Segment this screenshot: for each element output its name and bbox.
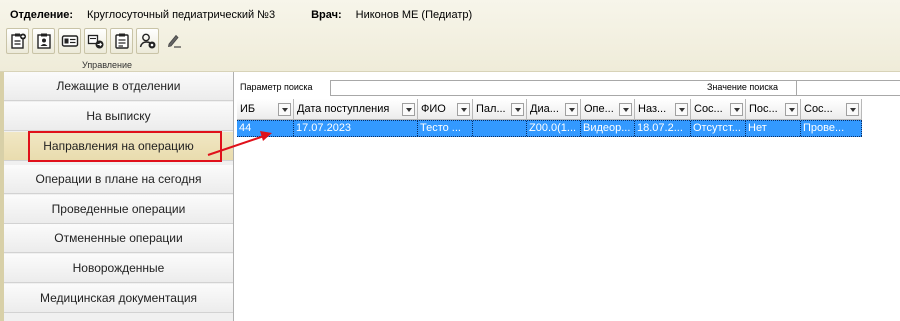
document-button[interactable] — [110, 28, 133, 54]
column-header-status-1[interactable]: Сос... — [691, 99, 746, 120]
table-cell: Прове... — [801, 121, 862, 136]
user-settings-icon — [139, 33, 155, 49]
department-label: Отделение: — [10, 9, 74, 21]
column-header-post[interactable]: Пос... — [746, 99, 801, 120]
sidebar: Лежащие в отделении На выписку Направлен… — [0, 72, 234, 321]
column-header-label: Наз... — [638, 103, 667, 115]
nav-item-medical-documentation[interactable]: Медицинская документация — [4, 284, 233, 313]
id-card-button[interactable] — [58, 28, 81, 54]
filter-icon[interactable] — [457, 103, 470, 116]
column-header-operation[interactable]: Опе... — [581, 99, 635, 120]
cell-text: 17.07.2023 — [296, 122, 352, 134]
search-bar: Параметр поиска Значение поиска — [237, 80, 900, 96]
filter-icon[interactable] — [565, 103, 578, 116]
table-cell: 17.07.2023 — [294, 121, 418, 136]
id-card-icon — [61, 35, 78, 47]
info-bar: Отделение: Круглосуточный педиатрический… — [10, 8, 508, 22]
column-header-label: Пал... — [476, 103, 506, 115]
column-header-label: Сос... — [804, 103, 833, 115]
column-header-label: ИБ — [240, 103, 256, 115]
column-header-label: ФИО — [421, 103, 446, 115]
filter-icon[interactable] — [675, 103, 688, 116]
clipboard-list-icon — [114, 33, 129, 49]
highlight-box — [28, 131, 222, 162]
column-header-status-2[interactable]: Сос... — [801, 99, 862, 120]
doctor-value: Никонов МЕ (Педиатр) — [355, 9, 473, 21]
column-header-scheduled[interactable]: Наз... — [635, 99, 691, 120]
table-cell: Отсутст... — [691, 121, 746, 136]
table-cell: Нет — [746, 121, 801, 136]
cell-text: Тесто ... — [420, 122, 461, 134]
nav-item-surgeries-today[interactable]: Операции в плане на сегодня — [4, 165, 233, 194]
column-header-ward[interactable]: Пал... — [473, 99, 527, 120]
ribbon-toolbar — [6, 28, 185, 54]
search-value-label: Значение поиска — [707, 82, 778, 92]
transfer-icon — [87, 34, 103, 49]
nav-item-cancelled-surgeries[interactable]: Отмененные операции — [4, 224, 233, 253]
nav-item-newborns[interactable]: Новорожденные — [4, 254, 233, 283]
nav-item-discharge[interactable]: На выписку — [4, 102, 233, 131]
filter-icon[interactable] — [619, 103, 632, 116]
cell-text: 18.07.2... — [637, 122, 683, 134]
column-header-label: Опе... — [584, 103, 614, 115]
table-row[interactable]: 44 17.07.2023 Тесто ... Z00.0(1... Видео… — [237, 120, 862, 137]
search-value-input[interactable] — [796, 80, 900, 96]
department-value: Круглосуточный педиатрический №3 — [87, 9, 276, 21]
patient-card-button[interactable] — [32, 28, 55, 54]
filter-icon[interactable] — [402, 103, 415, 116]
table-cell: Z00.0(1... — [527, 121, 581, 136]
column-header-name[interactable]: ФИО — [418, 99, 473, 120]
top-panel: Отделение: Круглосуточный педиатрический… — [0, 0, 900, 72]
filter-icon[interactable] — [785, 103, 798, 116]
nav-item-completed-surgeries[interactable]: Проведенные операции — [4, 195, 233, 224]
ribbon-group-label: Управление — [82, 60, 133, 70]
cell-text: Z00.0(1... — [529, 122, 577, 134]
column-header-admission-date[interactable]: Дата поступления — [294, 99, 418, 120]
table-header: ИБ Дата поступления ФИО Пал... Диа... Оп… — [237, 99, 900, 120]
table-cell: 18.07.2... — [635, 121, 691, 136]
table-cell: Видеор... — [581, 121, 635, 136]
user-settings-button[interactable] — [136, 28, 159, 54]
column-header-ib[interactable]: ИБ — [237, 99, 294, 120]
cell-text: Нет — [748, 122, 767, 134]
nav-item-patients-in-department[interactable]: Лежащие в отделении — [4, 72, 233, 101]
column-header-label: Дата поступления — [297, 103, 390, 115]
cell-text: 44 — [239, 122, 252, 134]
pen-sign-icon — [167, 34, 181, 48]
column-header-label: Диа... — [530, 103, 559, 115]
cell-text: Отсутст... — [693, 122, 741, 134]
table-cell: Тесто ... — [418, 121, 473, 136]
cell-text: Прове... — [803, 122, 845, 134]
doctor-label: Врач: — [311, 9, 342, 21]
table-cell — [473, 121, 527, 136]
filter-icon[interactable] — [278, 103, 291, 116]
clipboard-person-icon — [36, 33, 51, 49]
cell-text: Видеор... — [583, 122, 631, 134]
column-header-label: Пос... — [749, 103, 778, 115]
filter-icon[interactable] — [511, 103, 524, 116]
add-patient-card-button[interactable] — [6, 28, 29, 54]
column-header-label: Сос... — [694, 103, 723, 115]
clipboard-add-icon — [10, 33, 26, 49]
column-header-diagnosis[interactable]: Диа... — [527, 99, 581, 120]
search-param-label: Параметр поиска — [240, 82, 313, 92]
filter-icon[interactable] — [846, 103, 859, 116]
sign-button[interactable] — [162, 28, 185, 54]
transfer-button[interactable] — [84, 28, 107, 54]
table-cell: 44 — [237, 121, 294, 136]
referrals-table: ИБ Дата поступления ФИО Пал... Диа... Оп… — [237, 99, 900, 321]
filter-icon[interactable] — [730, 103, 743, 116]
